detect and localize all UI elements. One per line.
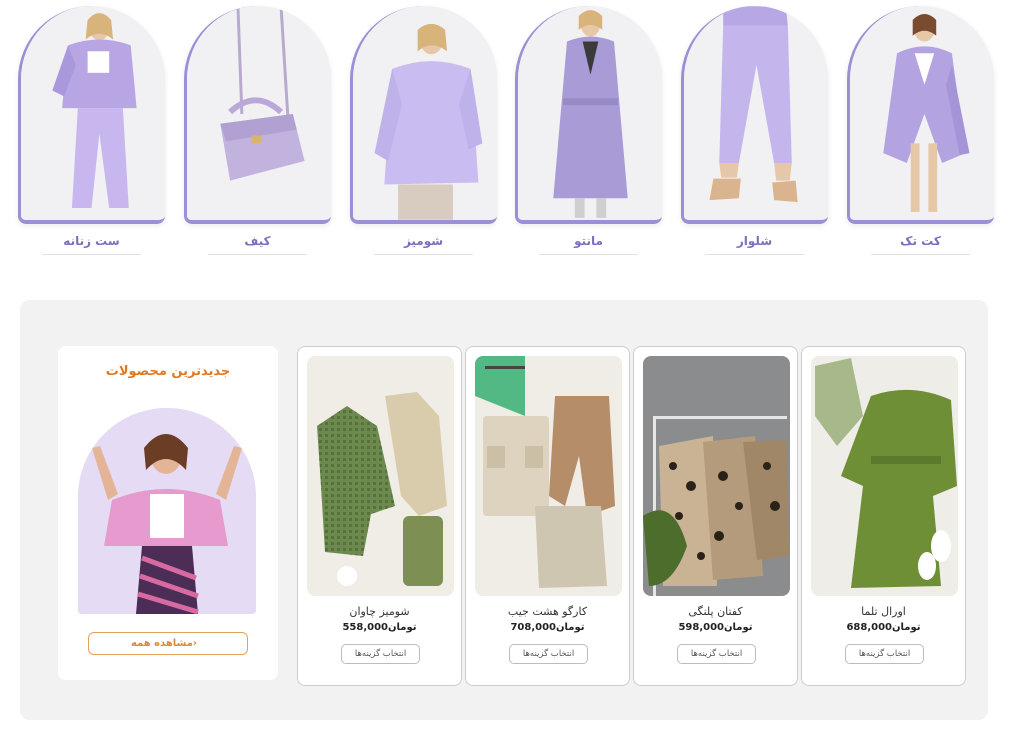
category-coat[interactable]: مانتو [515, 6, 662, 256]
divider [208, 254, 307, 255]
product-price: 688,000تومان [846, 622, 921, 633]
category-label: شومیز [403, 234, 444, 248]
category-label: مانتو [574, 234, 603, 248]
product-name: شومیز چاوان [349, 605, 410, 618]
section-title: جدیدترین محصولات [105, 364, 231, 379]
category-image [681, 6, 828, 224]
category-label: شلوار [736, 234, 773, 248]
newest-products-section: جدیدترین محصولات مشاهده همه› شومیز چاوان… [20, 300, 988, 720]
product-card[interactable]: اورال تلما 688,000تومان انتخاب گزینه‌ها [801, 346, 966, 686]
product-image [811, 356, 958, 596]
category-image [184, 6, 331, 224]
promo-image [78, 408, 256, 614]
divider [539, 254, 638, 255]
select-options-button[interactable]: انتخاب گزینه‌ها [845, 644, 924, 664]
product-name: کفتان پلنگی [688, 605, 743, 618]
product-card[interactable]: کفتان پلنگی 598,000تومان انتخاب گزینه‌ها [633, 346, 798, 686]
category-label: کیف [244, 234, 271, 248]
divider [42, 254, 141, 255]
product-price: 708,000تومان [510, 622, 585, 633]
category-blazer[interactable]: کت تک [847, 6, 994, 256]
divider [871, 254, 970, 255]
product-name: اورال تلما [861, 605, 906, 618]
category-bag[interactable]: کیف [184, 6, 331, 256]
chevron-left-icon: › [192, 638, 198, 649]
divider [374, 254, 473, 255]
view-all-label: مشاهده همه [130, 638, 193, 649]
category-pants[interactable]: شلوار [681, 6, 828, 256]
select-options-button[interactable]: انتخاب گزینه‌ها [677, 644, 756, 664]
product-card[interactable]: کارگو هشت جیب 708,000تومان انتخاب گزینه‌… [465, 346, 630, 686]
product-card[interactable]: شومیز چاوان 558,000تومان انتخاب گزینه‌ها [297, 346, 462, 686]
category-list: کت تک شلوار مانتو شومیز کیف ست زنانه [18, 6, 994, 256]
select-options-button[interactable]: انتخاب گزینه‌ها [341, 644, 420, 664]
view-all-button[interactable]: مشاهده همه› [88, 632, 248, 655]
category-image [515, 6, 662, 224]
category-image [18, 6, 165, 224]
category-label: ست زنانه [63, 234, 120, 248]
newest-products-card: جدیدترین محصولات مشاهده همه› [58, 346, 278, 680]
product-price: 558,000تومان [342, 622, 417, 633]
divider [705, 254, 804, 255]
product-price: 598,000تومان [678, 622, 753, 633]
category-image [847, 6, 994, 224]
category-label: کت تک [900, 234, 941, 248]
product-image [643, 356, 790, 596]
category-women-set[interactable]: ست زنانه [18, 6, 165, 256]
product-image [307, 356, 454, 596]
product-name: کارگو هشت جیب [507, 605, 588, 618]
category-image [350, 6, 497, 224]
product-image [475, 356, 622, 596]
category-blouse[interactable]: شومیز [350, 6, 497, 256]
select-options-button[interactable]: انتخاب گزینه‌ها [509, 644, 588, 664]
